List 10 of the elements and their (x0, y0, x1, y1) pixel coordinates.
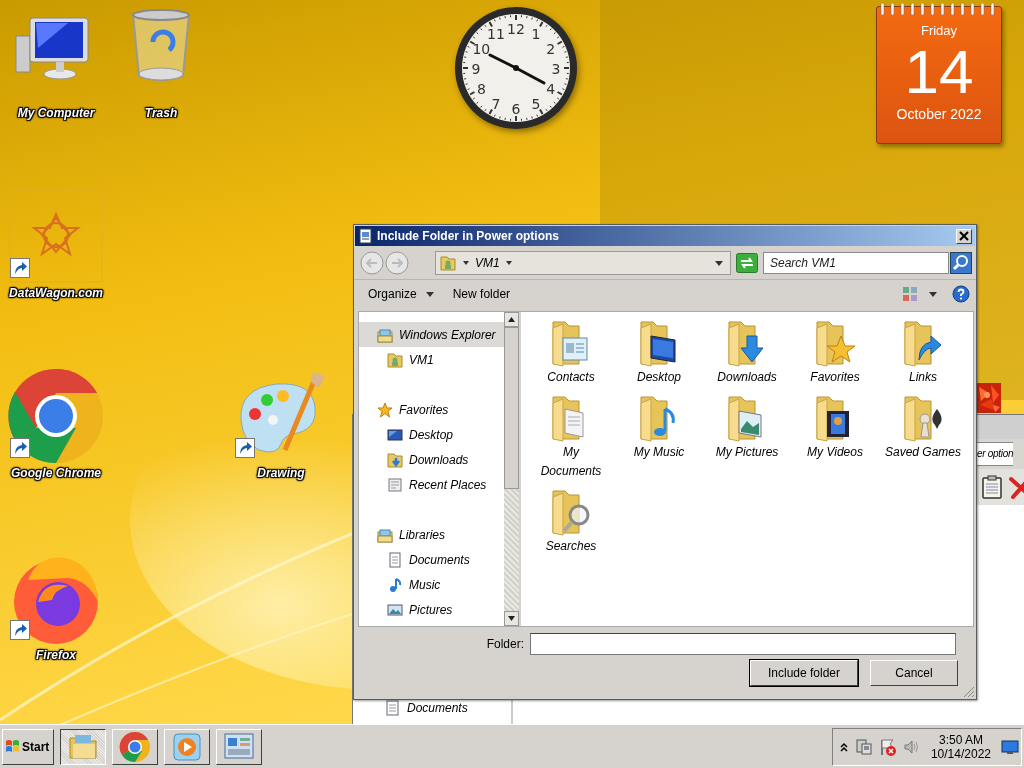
network-icon[interactable] (854, 737, 873, 756)
chevron-up-icon[interactable] (838, 740, 849, 753)
clock-time[interactable]: 3:50 AM (938, 732, 983, 747)
taskbar-button[interactable] (60, 728, 106, 765)
show-desktop-icon[interactable] (1001, 737, 1019, 756)
clock-date[interactable]: 10/14/2022 (930, 746, 991, 761)
flag-icon[interactable] (878, 737, 897, 756)
browser-logo-icon (118, 729, 152, 764)
start-button[interactable]: Start (2, 728, 54, 765)
windows-logo-icon (5, 739, 20, 755)
